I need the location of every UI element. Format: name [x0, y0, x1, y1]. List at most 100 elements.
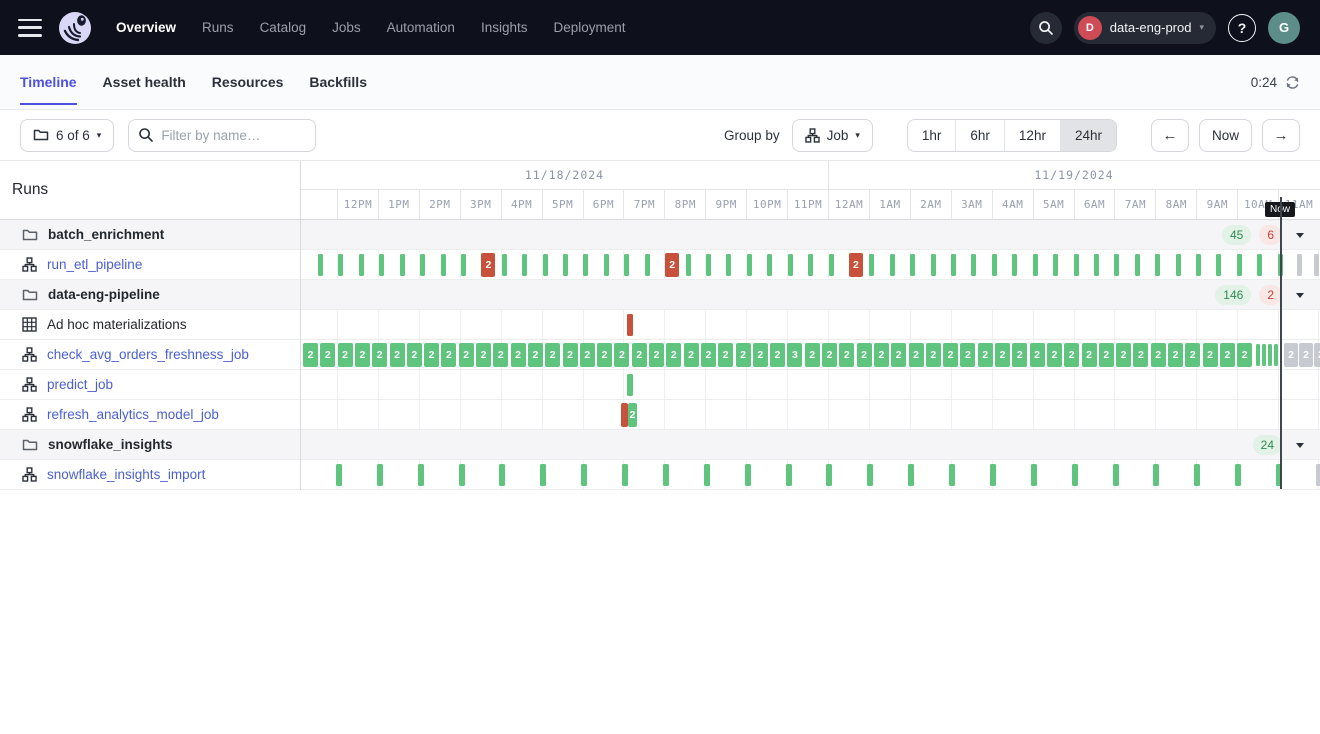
run-bar-success[interactable] [1194, 464, 1200, 486]
run-bar-success[interactable] [1012, 254, 1017, 276]
run-bar-success[interactable] [1113, 464, 1119, 486]
run-bar-success[interactable] [706, 254, 711, 276]
run-bar-success[interactable]: 2 [614, 343, 629, 367]
deployment-switcher[interactable]: D data-eng-prod ▾ [1074, 12, 1216, 44]
run-bar-success[interactable] [1216, 254, 1221, 276]
tab-timeline[interactable]: Timeline [20, 55, 77, 109]
tab-backfills[interactable]: Backfills [309, 55, 367, 109]
range-24hr[interactable]: 24hr [1060, 120, 1116, 151]
run-bar-success[interactable] [1094, 254, 1099, 276]
run-bar-success[interactable] [461, 254, 466, 276]
run-bar-success[interactable] [1033, 254, 1038, 276]
run-bar-success[interactable] [704, 464, 710, 486]
run-bar-success[interactable] [627, 374, 633, 396]
search-button[interactable] [1030, 12, 1062, 44]
run-bar-success[interactable]: 2 [753, 343, 768, 367]
collapse-caret-icon[interactable] [1296, 293, 1304, 298]
run-bar-success[interactable]: 2 [805, 343, 820, 367]
job-link[interactable]: refresh_analytics_model_job [47, 407, 219, 422]
run-bar-failure[interactable] [621, 403, 628, 427]
run-bar-success[interactable]: 2 [701, 343, 716, 367]
nav-item-overview[interactable]: Overview [116, 20, 176, 35]
run-bar-success[interactable] [786, 464, 792, 486]
run-bar-success[interactable]: 2 [407, 343, 422, 367]
run-bar-success[interactable] [726, 254, 731, 276]
run-bar-success[interactable] [1257, 254, 1262, 276]
run-bar-success[interactable] [522, 254, 527, 276]
run-bar-success[interactable] [1153, 464, 1159, 486]
run-bar-success[interactable]: 2 [1047, 343, 1062, 367]
run-bar-success[interactable]: 2 [632, 343, 647, 367]
run-bar-success[interactable] [499, 464, 505, 486]
run-bar-success[interactable] [622, 464, 628, 486]
job-link[interactable]: run_etl_pipeline [47, 257, 142, 272]
run-bar-success[interactable] [767, 254, 772, 276]
run-bar-success[interactable] [1237, 254, 1242, 276]
run-bar-success[interactable] [908, 464, 914, 486]
run-bar-success[interactable]: 2 [1185, 343, 1200, 367]
nav-item-runs[interactable]: Runs [202, 20, 234, 35]
run-bar-success[interactable] [318, 254, 323, 276]
group-by-select[interactable]: Job ▾ [792, 119, 873, 152]
range-6hr[interactable]: 6hr [955, 120, 1004, 151]
run-bar-success[interactable] [1135, 254, 1140, 276]
run-bar-success[interactable]: 2 [528, 343, 543, 367]
run-bar-success[interactable] [379, 254, 384, 276]
run-bar-success[interactable] [992, 254, 997, 276]
collapse-caret-icon[interactable] [1296, 443, 1304, 448]
run-bar-success[interactable] [583, 254, 588, 276]
run-bar-success[interactable] [788, 254, 793, 276]
run-bar-success[interactable]: 2 [563, 343, 578, 367]
run-bar-future[interactable]: 2 [1299, 343, 1313, 367]
refresh-icon[interactable] [1285, 75, 1300, 90]
run-bar-success[interactable] [686, 254, 691, 276]
range-1hr[interactable]: 1hr [908, 120, 956, 151]
run-bar-success[interactable]: 3 [787, 343, 802, 367]
run-bar-success[interactable] [829, 254, 834, 276]
run-bar-success[interactable]: 2 [1133, 343, 1148, 367]
run-bar-success[interactable]: 2 [736, 343, 751, 367]
run-bar-success[interactable] [420, 254, 425, 276]
run-bar-success[interactable] [663, 464, 669, 486]
run-bar-success[interactable] [826, 464, 832, 486]
run-bar-success[interactable] [745, 464, 751, 486]
run-bar-success[interactable] [1053, 254, 1058, 276]
nav-item-jobs[interactable]: Jobs [332, 20, 361, 35]
tab-asset-health[interactable]: Asset health [103, 55, 186, 109]
run-bar-success[interactable]: 2 [1082, 343, 1097, 367]
job-link[interactable]: predict_job [47, 377, 113, 392]
run-bar-success[interactable] [971, 254, 976, 276]
run-bar-success[interactable] [1235, 464, 1241, 486]
run-bar-success[interactable]: 2 [995, 343, 1010, 367]
run-bar-success[interactable]: 2 [666, 343, 681, 367]
dagster-logo[interactable] [56, 9, 94, 47]
run-bar-success[interactable] [1031, 464, 1037, 486]
run-bar-success[interactable] [1274, 344, 1278, 366]
run-bar-success[interactable]: 2 [1116, 343, 1131, 367]
run-bar-success[interactable]: 2 [1203, 343, 1218, 367]
run-bar-success[interactable] [1268, 344, 1272, 366]
run-bar-success[interactable] [890, 254, 895, 276]
now-button[interactable]: Now [1199, 119, 1252, 152]
run-bar-success[interactable] [581, 464, 587, 486]
help-button[interactable]: ? [1228, 14, 1256, 42]
run-bar-success[interactable]: 2 [424, 343, 439, 367]
run-bar-success[interactable] [338, 254, 343, 276]
run-bar-success[interactable]: 2 [372, 343, 387, 367]
run-bar-success[interactable] [1176, 254, 1181, 276]
run-bar-success[interactable] [1072, 464, 1078, 486]
nav-item-catalog[interactable]: Catalog [260, 20, 307, 35]
run-bar-success[interactable] [543, 254, 548, 276]
run-bar-success[interactable]: 2 [839, 343, 854, 367]
run-bar-success[interactable] [910, 254, 915, 276]
run-bar-success[interactable] [808, 254, 813, 276]
run-bar-success[interactable]: 2 [355, 343, 370, 367]
run-bar-success[interactable] [377, 464, 383, 486]
run-bar-success[interactable] [563, 254, 568, 276]
run-bar-success[interactable] [624, 254, 629, 276]
run-bar-success[interactable] [990, 464, 996, 486]
run-bar-success[interactable]: 2 [874, 343, 889, 367]
run-bar-success[interactable] [1074, 254, 1079, 276]
run-bar-failure[interactable] [627, 314, 633, 336]
run-bar-future[interactable] [1314, 254, 1319, 276]
